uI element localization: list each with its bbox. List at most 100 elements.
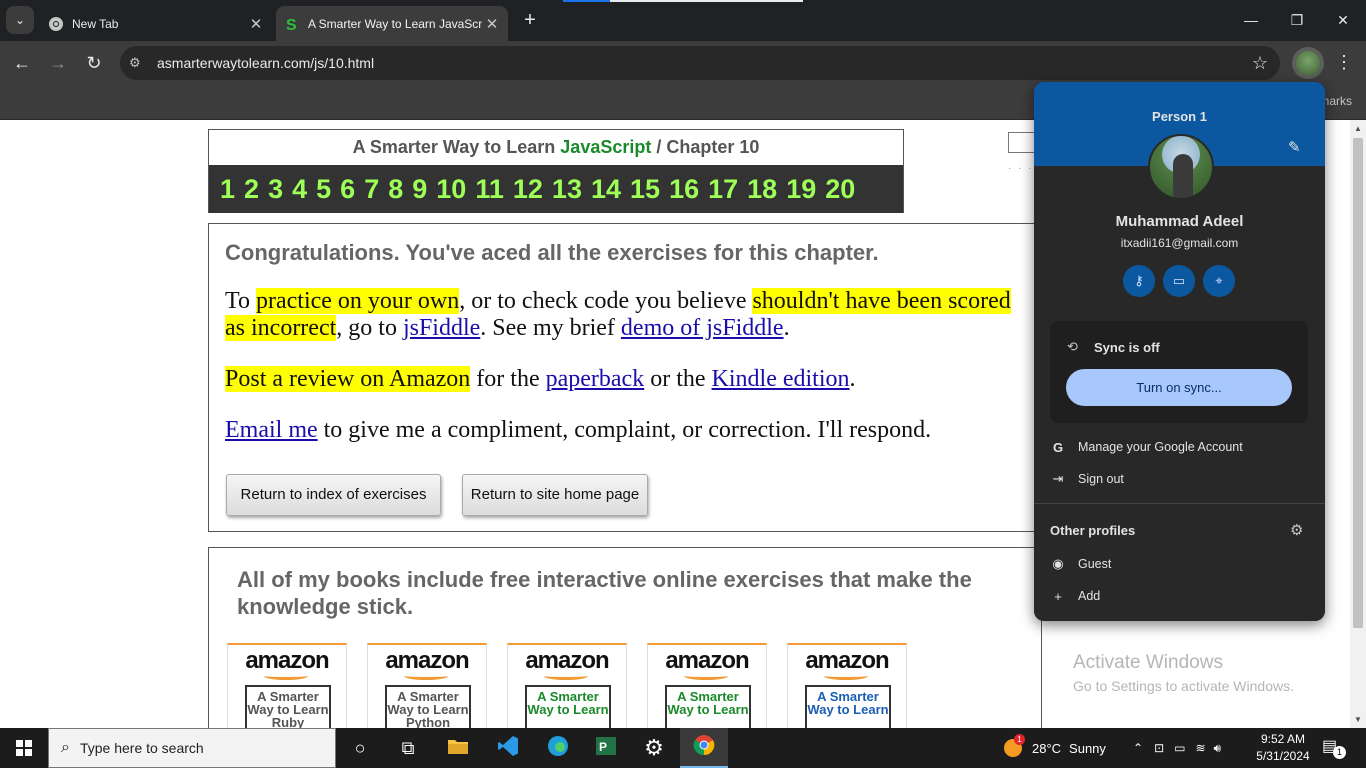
minimize-button[interactable]: — (1228, 0, 1274, 40)
edge-icon (547, 735, 569, 762)
return-index-button[interactable]: Return to index of exercises (226, 474, 441, 516)
menu-item-label: Manage your Google Account (1078, 440, 1243, 454)
chrome-menu-button[interactable]: ⋮ (1332, 51, 1356, 75)
new-tab-button[interactable]: + (518, 9, 542, 33)
chapter-link[interactable]: 5 (316, 174, 331, 205)
chapter-link[interactable]: 18 (747, 174, 777, 205)
congrats-heading: Congratulations. You've aced all the exe… (225, 240, 879, 265)
chapter-link[interactable]: 4 (292, 174, 307, 205)
address-bar[interactable]: ⚙ asmarterwaytolearn.com/js/10.html ☆ (120, 46, 1280, 80)
return-home-button[interactable]: Return to site home page (462, 474, 648, 516)
battery-icon[interactable]: ▭ (1174, 741, 1185, 755)
chapter-link[interactable]: 20 (825, 174, 855, 205)
chapter-link[interactable]: 1 (220, 174, 235, 205)
url-text[interactable]: asmarterwaytolearn.com/js/10.html (157, 55, 374, 71)
tab-smarter-way[interactable]: S A Smarter Way to Learn JavaScript ✕ (276, 6, 508, 41)
book-card[interactable]: amazon A Smarter Way to Learn (647, 643, 767, 728)
close-window-button[interactable]: ✕ (1320, 0, 1366, 40)
forward-button[interactable]: → (44, 49, 72, 77)
book-card[interactable]: amazon A Smarter Way to Learn Ruby (227, 643, 347, 728)
add-profile-item[interactable]: + Add (1034, 581, 1325, 611)
kindle-link[interactable]: Kindle edition (712, 366, 850, 392)
start-button[interactable] (0, 728, 48, 768)
book-card[interactable]: amazon A Smarter Way to Learn (787, 643, 907, 728)
results-box: Congratulations. You've aced all the exe… (208, 223, 1042, 532)
book-card[interactable]: amazon A Smarter Way to Learn (507, 643, 627, 728)
chapter-link[interactable]: 16 (669, 174, 699, 205)
chapter-link[interactable]: 2 (244, 174, 259, 205)
chrome-taskbar-button[interactable] (680, 728, 728, 768)
location-pin-icon: ⌖ (1215, 273, 1223, 288)
meet-icon[interactable]: ⊡ (1154, 741, 1164, 755)
tab-new-tab[interactable]: New Tab ✕ (40, 6, 272, 41)
gear-icon[interactable]: ⚙ (1290, 521, 1303, 539)
vscode-button[interactable] (484, 728, 532, 768)
chapter-link[interactable]: 8 (388, 174, 403, 205)
chapter-link[interactable]: 14 (591, 174, 621, 205)
chapter-link[interactable]: 11 (475, 174, 504, 205)
back-button[interactable]: ← (8, 49, 36, 77)
text: . See my brief (480, 315, 621, 341)
turn-on-sync-button[interactable]: Turn on sync... (1066, 369, 1292, 406)
restore-button[interactable]: ❐ (1274, 0, 1320, 40)
jsfiddle-link[interactable]: jsFiddle (403, 315, 480, 341)
chapter-link[interactable]: 6 (340, 174, 355, 205)
chapter-link[interactable]: 7 (364, 174, 379, 205)
sign-out-item[interactable]: ⇥ Sign out (1034, 464, 1325, 494)
scroll-up-icon[interactable]: ▲ (1354, 124, 1362, 133)
file-explorer-button[interactable] (434, 728, 482, 768)
bookmark-star-icon[interactable]: ☆ (1252, 53, 1268, 74)
passwords-button[interactable]: ⚷ (1123, 265, 1155, 297)
chapter-link[interactable]: 9 (412, 174, 427, 205)
watermark-subtitle: Go to Settings to activate Windows. (1073, 678, 1294, 694)
chapter-link[interactable]: 3 (268, 174, 283, 205)
payment-methods-button[interactable]: ▭ (1163, 265, 1195, 297)
book-cover: A Smarter Way to Learn Ruby (245, 685, 331, 728)
settings-button[interactable]: ⚙ (630, 728, 678, 768)
activate-windows-watermark: Activate Windows Go to Settings to activ… (1073, 652, 1294, 694)
folder-icon (447, 737, 469, 760)
amazon-logo: amazon (245, 647, 329, 674)
chapter-link[interactable]: 17 (708, 174, 738, 205)
guest-profile-item[interactable]: ◉ Guest (1034, 549, 1325, 579)
edit-pencil-icon[interactable]: ✎ (1288, 138, 1301, 156)
project-icon: P (595, 735, 617, 762)
chapter-link[interactable]: 12 (513, 174, 543, 205)
tab-search-button[interactable]: ⌄ (6, 6, 34, 34)
close-icon: ✕ (1337, 11, 1349, 28)
task-view-button[interactable]: ⧉ (384, 728, 432, 768)
taskbar-search[interactable]: ⌕ Type here to search (48, 728, 336, 768)
paperback-link[interactable]: paperback (546, 366, 645, 392)
highlight: practice on your own (255, 288, 460, 314)
chapter-link[interactable]: 10 (436, 174, 466, 205)
site-settings-icon[interactable]: ⚙ (129, 55, 147, 71)
bookmarks-label[interactable]: narks (1323, 94, 1352, 108)
close-icon[interactable]: ✕ (482, 15, 502, 33)
clock[interactable]: 9:52 AM 5/31/2024 (1250, 731, 1316, 765)
reload-button[interactable]: ↻ (80, 49, 108, 77)
chevron-up-icon[interactable]: ⌃ (1133, 741, 1143, 755)
edge-button[interactable] (534, 728, 582, 768)
chapter-link[interactable]: 19 (786, 174, 816, 205)
weather-desc: Sunny (1069, 740, 1106, 756)
jsfiddle-demo-link[interactable]: demo of jsFiddle (621, 315, 784, 341)
project-button[interactable]: P (582, 728, 630, 768)
page-scrollbar[interactable]: ▲ ▼ (1350, 120, 1366, 728)
chapter-link[interactable]: 15 (630, 174, 660, 205)
weather-widget[interactable]: 1 28°C Sunny (1004, 728, 1106, 768)
cortana-button[interactable]: ○ (336, 728, 384, 768)
addresses-button[interactable]: ⌖ (1203, 265, 1235, 297)
volume-icon[interactable]: 🔊︎ (1214, 741, 1222, 756)
clock-time: 9:52 AM (1260, 732, 1306, 746)
books-box: All of my books include free interactive… (208, 547, 1042, 728)
amazon-smile-icon (404, 672, 448, 680)
scroll-down-icon[interactable]: ▼ (1354, 715, 1362, 724)
profile-button[interactable] (1292, 47, 1324, 79)
book-card[interactable]: amazon A Smarter Way to Learn Python (367, 643, 487, 728)
email-link[interactable]: Email me (225, 417, 318, 443)
wifi-icon[interactable]: ≋ (1195, 741, 1205, 755)
chapter-link[interactable]: 13 (552, 174, 582, 205)
close-icon[interactable]: ✕ (246, 15, 266, 33)
manage-account-item[interactable]: G Manage your Google Account (1034, 432, 1325, 462)
scroll-thumb[interactable] (1353, 138, 1363, 628)
